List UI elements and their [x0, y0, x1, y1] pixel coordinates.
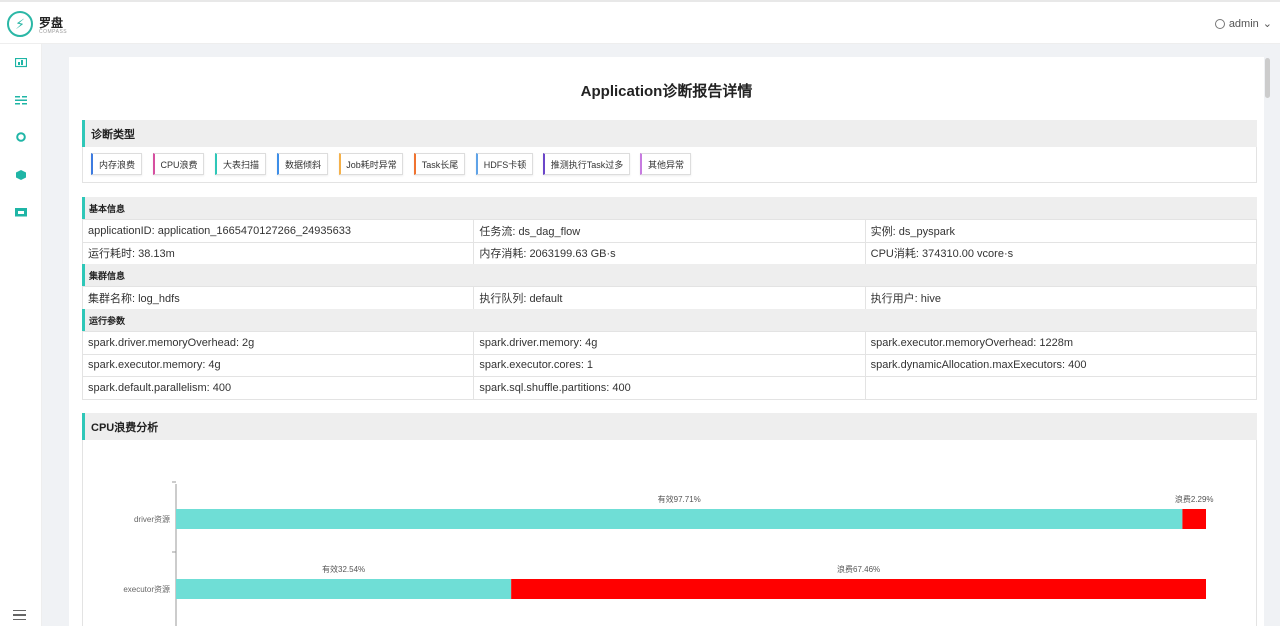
basic-info-header: 基本信息 [82, 197, 1257, 219]
chevron-down-icon: ⌄ [1262, 18, 1272, 30]
dashboard-icon[interactable] [15, 58, 27, 68]
param-cell: spark.driver.memory: 4g [473, 331, 866, 355]
y-tick-label: driver资源 [134, 514, 170, 524]
table-row: 集群名称: log_hdfs 执行队列: default 执行用户: hive [81, 286, 1258, 310]
data-label: 有效97.71% [658, 494, 701, 504]
user-icon [1214, 18, 1225, 29]
report-card: Application诊断报告详情 诊断类型 内存浪费 CPU浪费 大表扫描 数… [69, 57, 1264, 626]
param-cell: spark.default.parallelism: 400 [81, 376, 475, 400]
page-title: Application诊断报告详情 [580, 83, 753, 100]
data-label: 浪费67.46% [837, 564, 880, 574]
cpu-consumption: CPU消耗: 374310.00 vcore·s [864, 241, 1258, 265]
table-row: 运行耗时: 38.13m 内存消耗: 2063199.63 GB·s CPU消耗… [81, 241, 1258, 265]
params-table: spark.driver.memoryOverhead: 2g spark.dr… [81, 331, 1258, 400]
workflow: 任务流: ds_dag_flow [473, 219, 866, 243]
folder-icon[interactable] [15, 207, 27, 217]
table-row: spark.default.parallelism: 400 spark.sql… [81, 376, 1258, 400]
param-cell: spark.driver.memoryOverhead: 2g [81, 331, 475, 355]
diagnosis-header: 诊断类型 [82, 120, 1257, 147]
param-cell: spark.executor.memoryOverhead: 1228m [864, 331, 1258, 355]
param-cell: spark.executor.memory: 4g [81, 353, 475, 377]
cpu-waste-chart: driver资源 有效97.71% 浪费2.29% executor资源 有效32.54… [123, 481, 1214, 626]
tag-large-table-scan[interactable]: 大表扫描 [215, 153, 266, 175]
table-row: spark.executor.memory: 4g spark.executor… [81, 353, 1258, 377]
tag-cpu-waste[interactable]: CPU浪费 [153, 153, 204, 175]
exec-queue: 执行队列: default [473, 286, 866, 310]
data-label: 有效32.54% [322, 564, 365, 574]
bar-segment [1182, 509, 1206, 529]
bar-segment [511, 579, 1206, 599]
param-cell: spark.dynamicAllocation.maxExecutors: 40… [864, 353, 1258, 377]
basic-info-table: applicationID: application_1665470127266… [81, 219, 1258, 265]
param-cell: spark.sql.shuffle.partitions: 400 [473, 376, 866, 400]
run-duration: 运行耗时: 38.13m [81, 241, 475, 265]
user-name: admin [1228, 17, 1259, 30]
tag-memory-waste[interactable]: 内存浪费 [91, 153, 142, 175]
cluster-info-table: 集群名称: log_hdfs 执行队列: default 执行用户: hive [81, 286, 1258, 310]
param-cell [864, 376, 1258, 400]
top-bar: ⚡ 罗盘 COMPASS admin ⌄ [0, 0, 1280, 44]
bar-segment [176, 579, 512, 599]
param-cell: spark.executor.cores: 1 [473, 353, 866, 377]
cpu-waste-chart-box: driver资源 有效97.71% 浪费2.29% executor资源 有效32.54… [82, 440, 1257, 626]
sidebar [0, 44, 42, 626]
tag-speculative-task[interactable]: 推测执行Task过多 [543, 153, 630, 175]
params-header: 运行参数 [82, 309, 1257, 331]
menu-toggle-icon[interactable] [13, 610, 26, 620]
tag-other[interactable]: 其他异常 [640, 153, 691, 175]
tag-task-long-tail[interactable]: Task长尾 [414, 153, 465, 175]
logo-icon[interactable]: ⚡ [7, 11, 33, 37]
cube-icon[interactable] [15, 170, 27, 180]
diagnosis-icon[interactable] [15, 132, 27, 142]
cluster-info-header: 集群信息 [82, 264, 1257, 286]
data-label: 浪费2.29% [1175, 494, 1214, 504]
list-icon[interactable] [15, 95, 27, 105]
tag-job-duration[interactable]: Job耗时异常 [339, 153, 403, 175]
user-menu[interactable]: admin ⌄ [1214, 17, 1272, 30]
diagnosis-tags: 内存浪费 CPU浪费 大表扫描 数据倾斜 Job耗时异常 Task长尾 HDFS… [82, 147, 1257, 183]
y-tick-label: executor资源 [123, 584, 170, 594]
bar-segment [176, 509, 1183, 529]
instance: 实例: ds_pyspark [864, 219, 1258, 243]
tag-hdfs-stall[interactable]: HDFS卡顿 [476, 153, 533, 175]
cluster-name: 集群名称: log_hdfs [81, 286, 475, 310]
exec-user: 执行用户: hive [864, 286, 1258, 310]
tag-data-skew[interactable]: 数据倾斜 [277, 153, 328, 175]
application-id: applicationID: application_1665470127266… [81, 219, 475, 243]
scrollbar[interactable] [1265, 58, 1270, 98]
cpu-waste-header: CPU浪费分析 [82, 413, 1257, 440]
table-row: applicationID: application_1665470127266… [81, 219, 1258, 243]
logo-subtext: COMPASS [39, 29, 68, 35]
memory-consumption: 内存消耗: 2063199.63 GB·s [473, 241, 866, 265]
table-row: spark.driver.memoryOverhead: 2g spark.dr… [81, 331, 1258, 355]
